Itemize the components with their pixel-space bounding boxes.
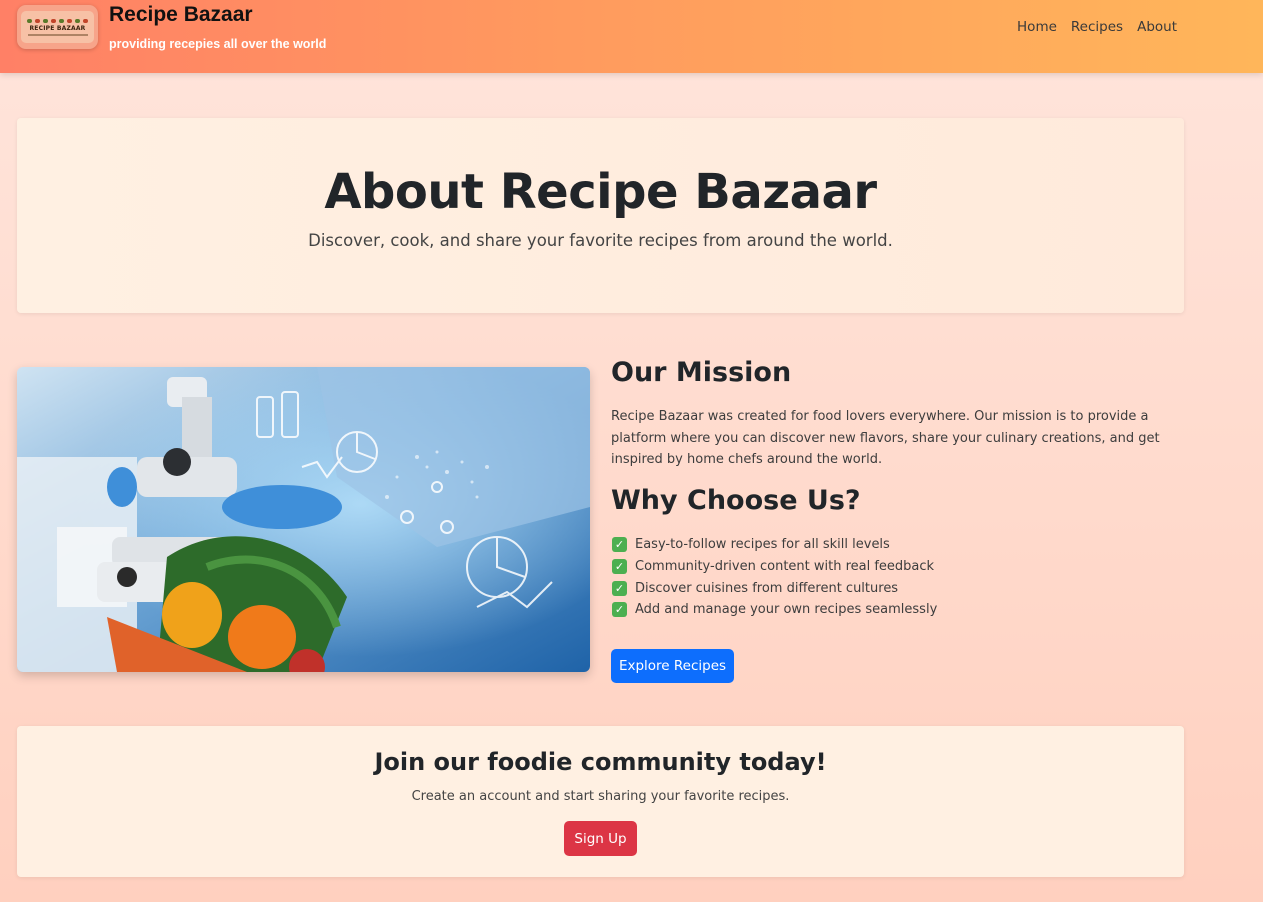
- check-icon: ✓: [612, 559, 627, 575]
- brand-tagline: providing recepies all over the world: [109, 37, 327, 51]
- logo-underline: [27, 33, 88, 36]
- logo-text: RECIPE BAZAAR: [29, 24, 86, 32]
- logo-vegetables-decoration: [27, 18, 88, 23]
- nav-link-about[interactable]: About: [1137, 19, 1177, 35]
- feature-item: ✓ Community-driven content with real fee…: [612, 556, 937, 578]
- join-community-card: Join our foodie community today! Create …: [17, 726, 1184, 877]
- check-icon: ✓: [612, 580, 627, 596]
- feature-text: Discover cuisines from different culture…: [635, 580, 899, 596]
- feature-text: Easy-to-follow recipes for all skill lev…: [635, 537, 890, 553]
- hero-subtitle: Discover, cook, and share your favorite …: [308, 231, 893, 250]
- check-icon: ✓: [612, 537, 627, 553]
- nav-link-recipes[interactable]: Recipes: [1071, 19, 1123, 35]
- main-nav: Home Recipes About: [1017, 19, 1177, 35]
- feature-text: Add and manage your own recipes seamless…: [635, 602, 938, 618]
- explore-recipes-button[interactable]: Explore Recipes: [611, 649, 734, 683]
- feature-text: Community-driven content with real feedb…: [635, 559, 935, 575]
- feature-item: ✓ Discover cuisines from different cultu…: [612, 577, 937, 599]
- mission-image: [17, 367, 590, 672]
- why-choose-us-heading: Why Choose Us?: [611, 485, 861, 516]
- brand-logo[interactable]: RECIPE BAZAAR: [17, 5, 98, 49]
- page-title: About Recipe Bazaar: [324, 164, 877, 220]
- brand-title[interactable]: Recipe Bazaar: [109, 3, 253, 27]
- mission-heading: Our Mission: [611, 357, 792, 388]
- nav-link-home[interactable]: Home: [1017, 19, 1057, 35]
- feature-item: ✓ Add and manage your own recipes seamle…: [612, 599, 937, 621]
- check-icon: ✓: [612, 602, 627, 618]
- logo-badge: RECIPE BAZAAR: [21, 11, 94, 43]
- mission-text: Recipe Bazaar was created for food lover…: [611, 409, 1160, 467]
- join-text: Create an account and start sharing your…: [411, 789, 790, 804]
- sign-up-button[interactable]: Sign Up: [564, 821, 637, 856]
- feature-list: ✓ Easy-to-follow recipes for all skill l…: [612, 534, 937, 621]
- join-heading: Join our foodie community today!: [374, 748, 827, 776]
- navbar: RECIPE BAZAAR Recipe Bazaar providing re…: [0, 0, 1263, 73]
- hero-card: About Recipe Bazaar Discover, cook, and …: [17, 118, 1184, 313]
- feature-item: ✓ Easy-to-follow recipes for all skill l…: [612, 534, 937, 556]
